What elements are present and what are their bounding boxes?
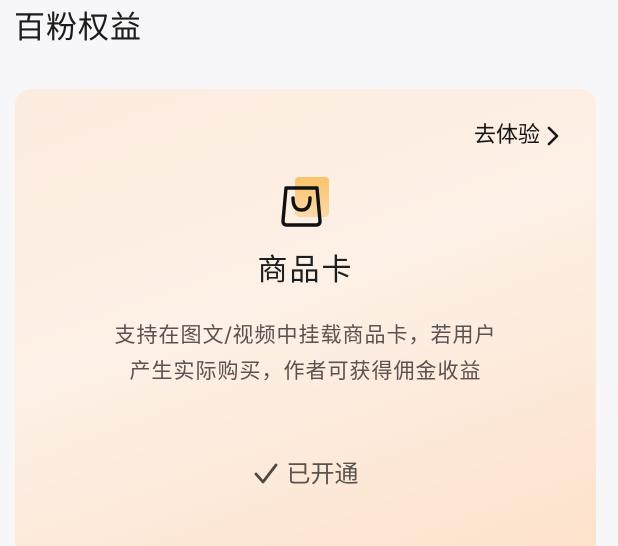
description-line: 产生实际购买，作者可获得佣金收益 (129, 359, 482, 383)
status-label: 已开通 (286, 460, 359, 488)
shopping-bag-icon (281, 177, 329, 227)
description-line: 支持在图文/视频中挂载商品卡，若用户 (114, 323, 497, 347)
benefits-page: 百粉权益 去体验 商品卡 支持在图文/视频中挂载商品卡，若用户 产生实际购买，作… (0, 0, 618, 546)
benefit-card-product-card: 去体验 商品卡 支持在图文/视频中挂载商品卡，若用户 产生实际购买，作者可获得佣… (15, 89, 596, 546)
chevron-right-icon (547, 126, 559, 146)
check-icon (254, 463, 277, 484)
section-title: 百粉权益 (14, 10, 142, 46)
status-indicator: 已开通 (15, 457, 596, 491)
card-title: 商品卡 (257, 253, 354, 288)
try-it-label: 去体验 (473, 123, 540, 148)
try-it-link[interactable]: 去体验 (474, 121, 562, 151)
card-description: 支持在图文/视频中挂载商品卡，若用户 产生实际购买，作者可获得佣金收益 (55, 317, 556, 389)
